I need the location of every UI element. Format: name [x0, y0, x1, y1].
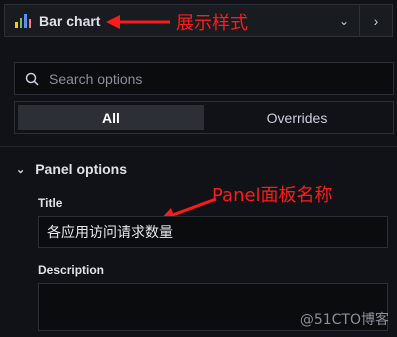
title-input[interactable]: 各应用访问请求数量 — [38, 216, 388, 248]
chevron-down-icon[interactable]: ⌄ — [339, 14, 349, 28]
annotation-title-note: Panel面板名称 — [212, 185, 333, 206]
watermark: @51CTO博客 — [299, 312, 389, 328]
search-options-field[interactable] — [14, 62, 394, 95]
chevron-down-icon: ⌄ — [16, 163, 26, 176]
search-icon — [25, 72, 39, 86]
options-tabs: All Overrides — [14, 101, 394, 134]
bar-chart-icon — [15, 13, 31, 28]
description-label: Description — [38, 263, 105, 277]
tab-overrides[interactable]: Overrides — [204, 105, 390, 130]
search-input[interactable] — [47, 69, 351, 88]
annotation-arrow-icon — [106, 15, 170, 29]
chevron-right-icon: › — [373, 12, 379, 29]
section-title: Panel options — [35, 161, 128, 177]
visualization-name: Bar chart — [39, 12, 101, 29]
divider — [0, 146, 397, 147]
annotation-viz-note: 展示样式 — [176, 13, 248, 34]
tab-all[interactable]: All — [18, 105, 204, 130]
panel-options-header[interactable]: ⌄ Panel options — [16, 161, 127, 177]
title-label: Title — [38, 196, 63, 210]
collapse-options-button[interactable]: › — [359, 5, 392, 36]
